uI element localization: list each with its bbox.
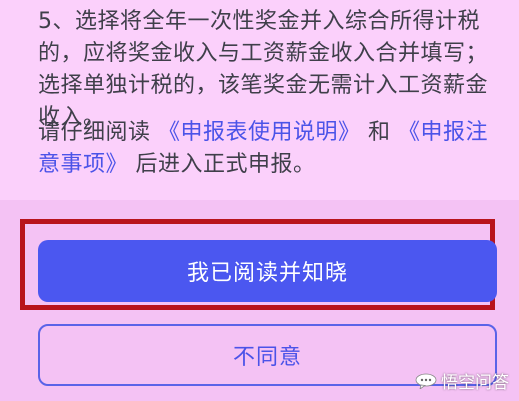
confirm-read-button[interactable]: 我已阅读并知晓 bbox=[38, 240, 497, 302]
watermark-text: 悟空问答 bbox=[441, 373, 509, 393]
notice-content: 5、选择将全年一次性奖金并入综合所得计税的，应将奖金收入与工资薪金收入合并填写；… bbox=[0, 0, 519, 200]
read-and: 和 bbox=[360, 120, 399, 145]
chat-bubble-icon bbox=[415, 373, 437, 389]
read-instruction: 请仔细阅读 《申报表使用说明》 和 《申报注意事项》 后进入正式申报。 bbox=[38, 117, 498, 181]
read-suffix: 后进入正式申报。 bbox=[128, 152, 316, 177]
notice-item-5: 5、选择将全年一次性奖金并入综合所得计税的，应将奖金收入与工资薪金收入合并填写；… bbox=[38, 9, 489, 130]
instructions-link[interactable]: 《申报表使用说明》 bbox=[158, 120, 361, 145]
watermark: 悟空问答 bbox=[415, 368, 509, 393]
read-prefix: 请仔细阅读 bbox=[38, 120, 158, 145]
